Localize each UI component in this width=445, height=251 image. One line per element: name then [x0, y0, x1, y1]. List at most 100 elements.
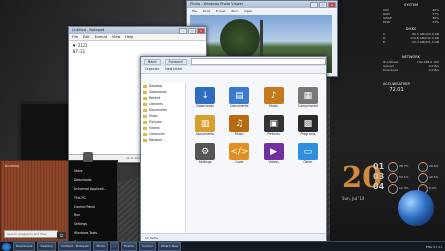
- folder-icon: ↓: [195, 87, 216, 104]
- nav-item-label: Network: [149, 138, 163, 142]
- nav-item-label: Computer: [149, 132, 165, 136]
- back-button[interactable]: Back: [144, 58, 161, 65]
- folder-label: Documents: [196, 132, 215, 136]
- nav-item-label: Videos: [149, 126, 160, 130]
- start-menu-item[interactable]: Control Panel: [69, 202, 117, 211]
- minimize-button[interactable]: –: [310, 2, 318, 8]
- menu-edit[interactable]: Edit: [83, 35, 90, 39]
- address-bar[interactable]: [190, 58, 326, 65]
- start-menu: bluebug Search programs and files ⏻ Stor…: [0, 152, 118, 241]
- system-tray: ENG 07:21: [426, 245, 445, 249]
- widget-title: DISKS: [405, 27, 417, 31]
- folder-icon: [143, 120, 147, 124]
- widget-row: Download 0.0 B/s: [383, 68, 439, 72]
- maximize-button[interactable]: □: [188, 28, 196, 34]
- close-button[interactable]: ×: [328, 2, 336, 8]
- start-menu-item[interactable]: Universal Applicati...: [69, 185, 117, 194]
- date-number: 03: [373, 172, 385, 181]
- nav-item-label: Downloads: [149, 90, 167, 94]
- folder-icon: ▣: [263, 115, 284, 132]
- pv-menu-item[interactable]: E-mail: [216, 9, 225, 13]
- weather-temp: 72.01: [389, 87, 404, 93]
- folder-label: Settings: [198, 160, 212, 164]
- start-menu-item[interactable]: Run: [69, 211, 117, 220]
- folder-tile[interactable]: ⚙ Settings: [189, 143, 221, 169]
- maximize-button[interactable]: □: [319, 2, 327, 8]
- folder-tile[interactable]: ▦ Compressed: [292, 87, 324, 113]
- pv-menu-item[interactable]: Print: [203, 9, 210, 13]
- folder-tile[interactable]: ♪ Music: [258, 87, 290, 113]
- menu-view[interactable]: View: [112, 35, 120, 39]
- gauge-value: 29.6%: [429, 164, 439, 168]
- start-search-input[interactable]: Search programs and files: [4, 230, 58, 238]
- folder-tile[interactable]: ▶ Videos: [258, 143, 290, 169]
- widget-row-value: 23%: [432, 20, 439, 24]
- folder-label: Documents: [230, 104, 249, 108]
- pv-menu-item[interactable]: File: [192, 9, 197, 13]
- folder-tile[interactable]: </> Code: [223, 143, 255, 169]
- notepad-titlebar[interactable]: Untitled - Notepad – □ ×: [69, 27, 206, 34]
- menu-help[interactable]: Help: [125, 35, 133, 39]
- folder-icon: [143, 102, 147, 106]
- folder-label: Code: [235, 160, 244, 164]
- pv-menu-item[interactable]: Burn: [231, 9, 238, 13]
- start-menu-item[interactable]: Downloads: [69, 176, 117, 185]
- weather-title: ACCUWEATHER: [383, 82, 410, 86]
- disks-widget: DISKS C: 80.5 GB/120.0 GB D: 110.8 GB/232.0 …: [383, 27, 439, 44]
- organize-button[interactable]: Organize: [145, 66, 159, 73]
- gauge-value: 6.0%: [429, 186, 437, 190]
- folder-icon: ⚙: [195, 143, 216, 160]
- photo-viewer-menu: File Print E-mail Burn Open: [187, 8, 337, 14]
- folder-tile[interactable]: ▭ Other: [292, 143, 324, 169]
- nav-item[interactable]: Network: [141, 137, 185, 143]
- start-menu-item[interactable]: Store: [69, 167, 117, 176]
- folder-tile[interactable]: ▩ Programs: [292, 115, 324, 141]
- file-explorer-window[interactable]: Back Forward Organize New folder Desktop…: [140, 56, 327, 241]
- start-menu-item[interactable]: Windows Tools: [69, 228, 117, 237]
- date-number: 04: [373, 182, 385, 191]
- tray-clock[interactable]: ENG 07:21: [426, 245, 442, 249]
- folder-label: Music: [269, 104, 279, 108]
- folder-icon: ♫: [229, 115, 250, 132]
- folder-tile[interactable]: ▤ Documents: [223, 87, 255, 113]
- folder-icon: [143, 126, 147, 130]
- earth-globe-icon: [398, 190, 434, 226]
- close-button[interactable]: ×: [197, 28, 205, 34]
- gauge-ring-icon: [418, 173, 428, 183]
- folder-tile[interactable]: ↓ Downloads: [189, 87, 221, 113]
- pv-menu-item[interactable]: Open: [244, 9, 252, 13]
- start-menu-right-pane: Store Downloads Universal Applicati... This…: [68, 152, 118, 241]
- folder-icon: [143, 132, 147, 136]
- folder-icon: </>: [229, 143, 250, 160]
- folder-label: Music: [234, 132, 244, 136]
- photo-viewer-titlebar[interactable]: Photo - Windows Photo Viewer – □ ×: [187, 1, 337, 8]
- start-menu-item[interactable]: This PC: [69, 193, 117, 202]
- menu-file[interactable]: File: [72, 35, 78, 39]
- folder-label: Downloads: [196, 104, 214, 108]
- widget-title: NETWORK: [402, 55, 420, 59]
- avatar[interactable]: [83, 152, 93, 162]
- nav-item-label: Documents: [149, 108, 168, 112]
- new-folder-button[interactable]: New folder: [165, 66, 182, 73]
- minimize-button[interactable]: –: [179, 28, 187, 34]
- explorer-statusbar: 12 items: [141, 233, 326, 241]
- menu-format[interactable]: Format: [95, 35, 107, 39]
- folder-icon: ▥: [195, 115, 216, 132]
- notepad-menubar: File Edit Format View Help: [69, 34, 206, 41]
- widget-row-value: 0.0 B/s: [428, 68, 439, 72]
- forward-button[interactable]: Forward: [164, 58, 187, 65]
- power-icon[interactable]: ⏻: [57, 232, 66, 239]
- gauge-value: 12.3%: [399, 186, 409, 190]
- folder-tile[interactable]: ♫ Music: [223, 115, 255, 141]
- start-button[interactable]: [2, 242, 11, 251]
- start-user-name: bluebug: [5, 164, 20, 168]
- photo-viewer-title: Photo - Windows Photo Viewer: [190, 2, 244, 6]
- folder-tile[interactable]: ▥ Documents: [189, 115, 221, 141]
- folder-tile[interactable]: ▣ Pictures: [258, 115, 290, 141]
- weather-widget: ACCUWEATHER 72.01: [383, 82, 410, 93]
- widget-row-value: 20.3 GB/931.0 GB: [412, 40, 439, 44]
- notepad-title: Untitled - Notepad: [72, 28, 105, 32]
- start-menu-item[interactable]: Settings: [69, 220, 117, 229]
- nav-item-label: Desktop: [149, 84, 163, 88]
- notepad-text-area[interactable]: ♥ 2121 07:21: [69, 41, 206, 57]
